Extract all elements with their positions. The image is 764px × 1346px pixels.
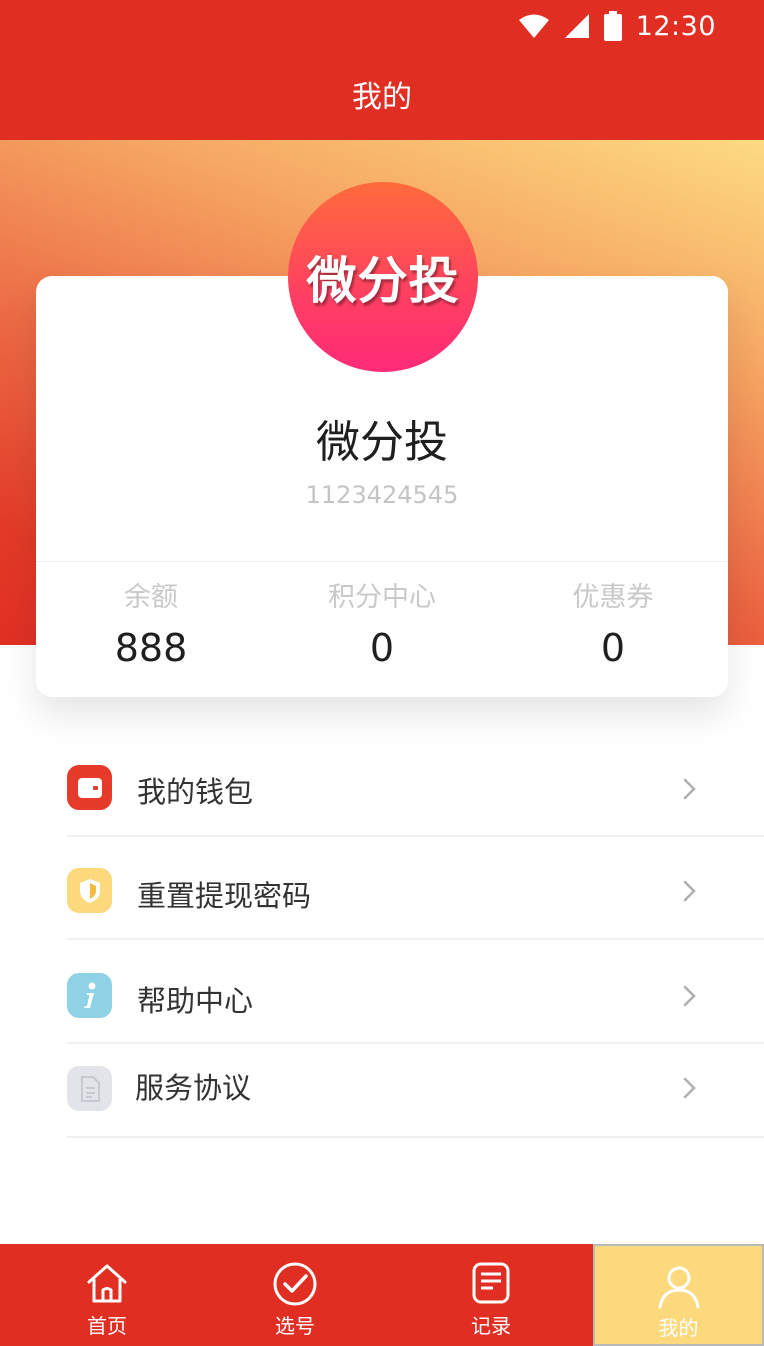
user-icon (658, 1266, 699, 1309)
document-icon (67, 1066, 112, 1111)
tab-label: 首页 (87, 1314, 127, 1338)
stat-balance[interactable]: 余额 888 (36, 576, 266, 670)
stat-label: 优惠券 (572, 582, 654, 613)
chevron-right-icon (683, 1077, 696, 1099)
stat-coupons[interactable]: 优惠券 0 (498, 576, 728, 670)
tab-label: 记录 (471, 1314, 511, 1338)
tab-records[interactable]: 记录 (396, 1244, 586, 1346)
stat-value: 888 (114, 626, 188, 670)
menu-divider (67, 835, 764, 837)
wallet-icon (67, 765, 112, 810)
bottom-tab-bar: 首页 选号 记录 我的 (0, 1244, 764, 1346)
profile-name: 微分投 (316, 417, 448, 468)
info-icon (67, 973, 112, 1018)
menu-item-label: 我的钱包 (137, 775, 254, 809)
tab-pick-numbers[interactable]: 选号 (200, 1244, 390, 1346)
chevron-right-icon (683, 985, 696, 1007)
menu-item-service-agreement[interactable]: 服务协议 (0, 1044, 764, 1148)
tab-mine[interactable]: 我的 (593, 1244, 764, 1346)
tab-label: 我的 (658, 1316, 699, 1340)
status-bar: 12:30 (0, 0, 764, 52)
stat-value: 0 (600, 626, 626, 670)
profile-user-id: 1123424545 (305, 481, 459, 509)
menu-item-label: 服务协议 (135, 1071, 252, 1105)
stat-points-center[interactable]: 积分中心 0 (267, 576, 497, 670)
card-divider (36, 561, 728, 562)
wifi-icon (518, 14, 549, 38)
status-time: 12:30 (635, 10, 716, 42)
tab-home[interactable]: 首页 (12, 1244, 202, 1346)
avatar[interactable]: 微分投 (288, 182, 478, 372)
shield-icon (67, 868, 112, 913)
avatar-text: 微分投 (306, 252, 460, 310)
page-title: 我的 (352, 80, 412, 115)
home-icon (87, 1264, 127, 1303)
menu-item-label: 帮助中心 (137, 984, 254, 1018)
list-doc-icon (472, 1262, 510, 1304)
menu-item-help-center[interactable]: 帮助中心 (0, 940, 764, 1044)
check-circle-icon (273, 1262, 317, 1306)
status-icons: 12:30 (518, 8, 716, 44)
menu-item-reset-withdraw-password[interactable]: 重置提现密码 (0, 838, 764, 942)
stats-row: 余额 888 积分中心 0 优惠券 0 (36, 576, 728, 686)
menu-item-label: 重置提现密码 (137, 879, 312, 913)
chevron-right-icon (683, 880, 696, 902)
stat-value: 0 (369, 626, 395, 670)
menu-item-wallet[interactable]: 我的钱包 (0, 740, 764, 844)
stat-label: 余额 (124, 582, 178, 613)
menu-divider (67, 1136, 764, 1138)
battery-icon (603, 11, 622, 41)
stat-label: 积分中心 (328, 582, 436, 613)
tab-label: 选号 (275, 1314, 315, 1338)
app-header: 我的 (0, 52, 764, 140)
chevron-right-icon (683, 778, 696, 800)
signal-icon (564, 14, 589, 38)
